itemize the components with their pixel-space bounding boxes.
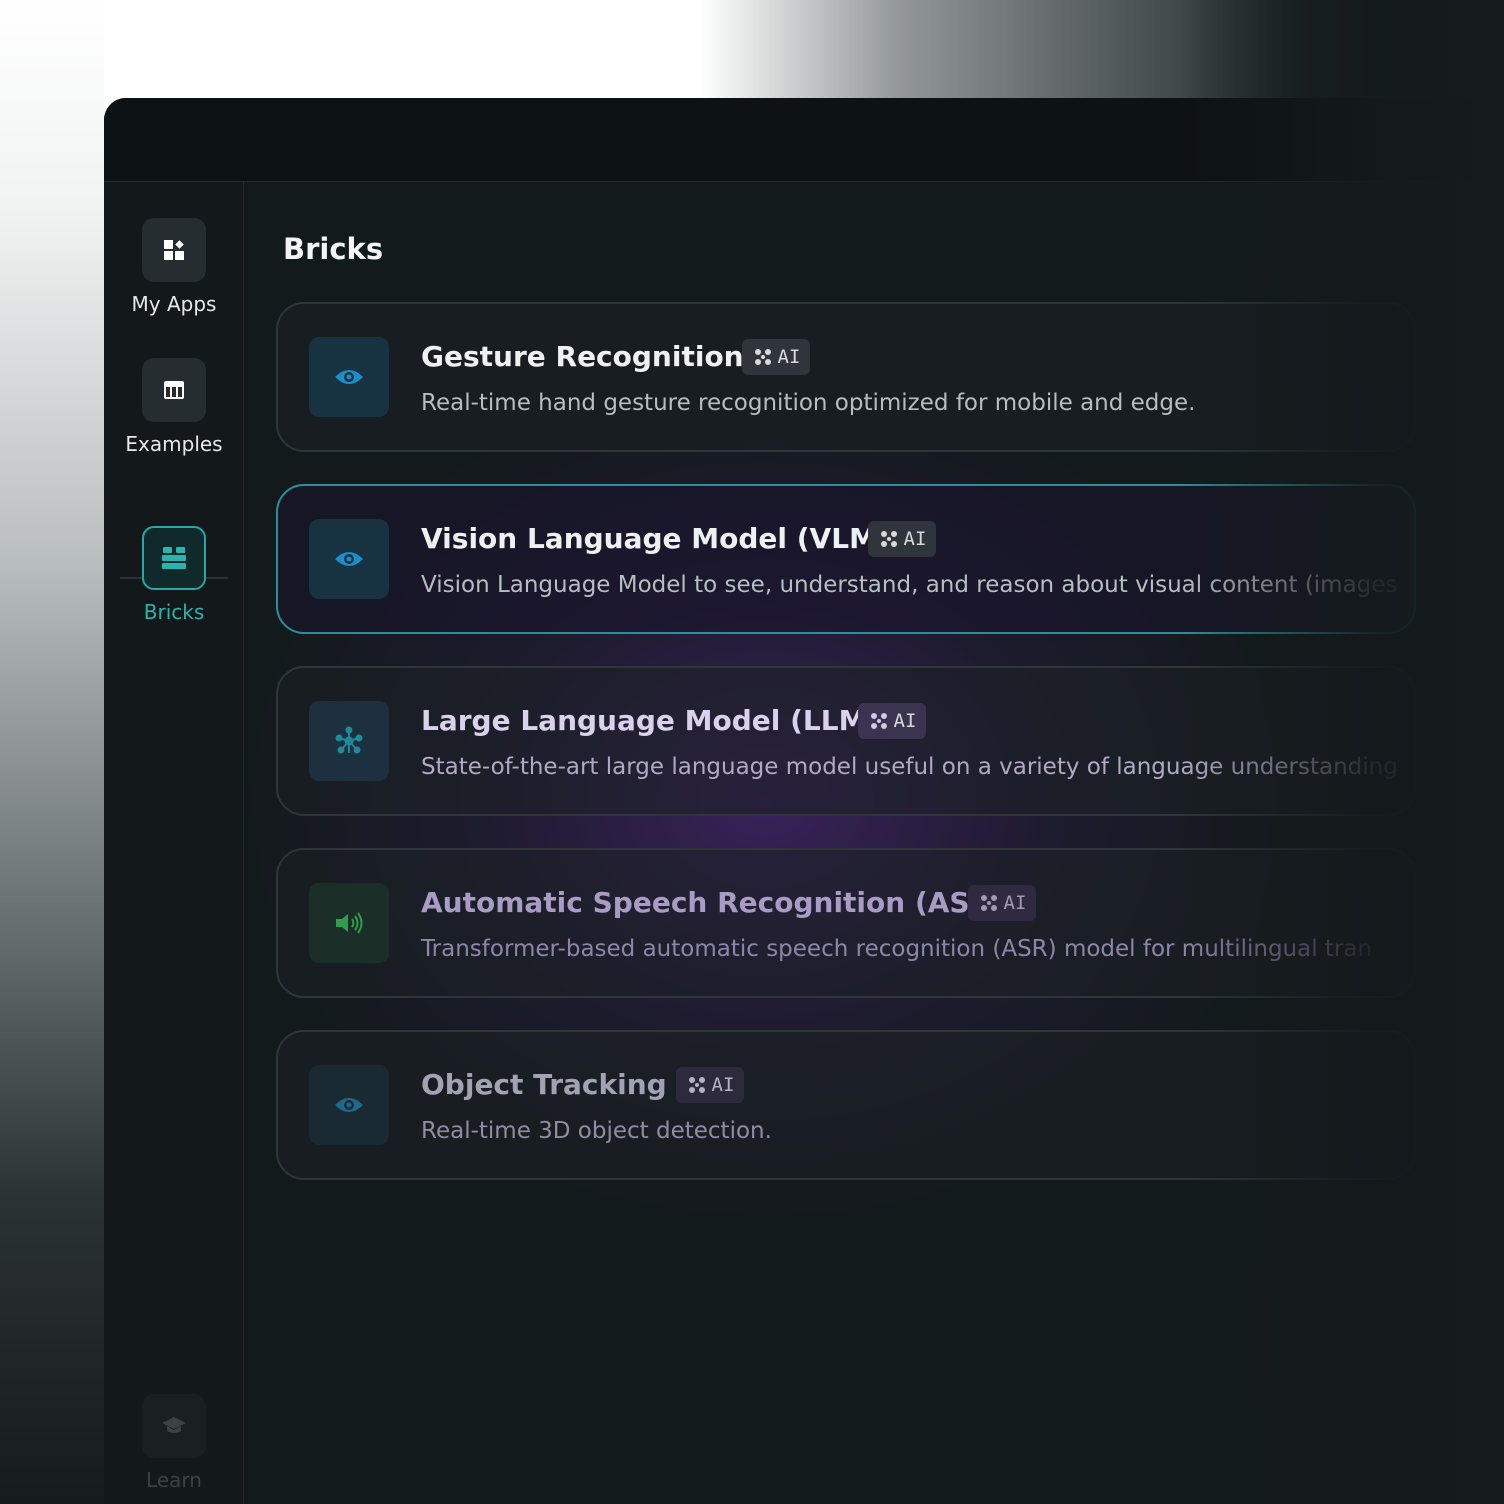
brick-description: Real-time 3D object detection. [421,1118,772,1144]
graduation-cap-icon [142,1394,206,1458]
eye-icon [309,1065,389,1145]
sidebar-item-label: Bricks [143,600,205,624]
sidebar-item-label: Examples [125,432,223,456]
brick-card-gesture-recognition[interactable]: Gesture Recognition AI Real-time hand ge… [276,302,1416,452]
brick-description: State-of-the-art large language model us… [421,754,1398,780]
brick-card-asr[interactable]: Automatic Speech Recognition (ASR) AI Tr… [276,848,1416,998]
sparkle-icon [880,531,897,547]
ai-badge-label: AI [777,346,801,368]
ai-badge: AI [742,339,810,375]
bricks-icon [142,526,206,590]
brick-title: Large Language Model (LLM) [421,704,880,737]
sidebar-item-my-apps[interactable]: My Apps [104,218,244,316]
title-bar [104,98,1504,182]
sidebar-item-bricks[interactable]: Bricks [104,526,244,624]
page-title: Bricks [283,232,384,266]
eye-icon [309,337,389,417]
ai-badge-label: AI [903,528,927,550]
brick-title: Vision Language Model (VLM) [421,522,890,555]
sparkle-icon [754,349,771,365]
apps-grid-icon [142,218,206,282]
sidebar: My Apps Examples Bricks Learn [104,182,244,1504]
brick-description: Transformer-based automatic speech recog… [421,936,1373,962]
sparkle-icon [980,895,997,911]
sparkle-icon [870,713,887,729]
sparkle-icon [688,1077,705,1093]
brick-description: Real-time hand gesture recognition optim… [421,390,1196,416]
eye-icon [309,519,389,599]
brick-description: Vision Language Model to see, understand… [421,572,1398,598]
outer-backdrop-left [0,0,104,1504]
sidebar-item-label: Learn [146,1468,202,1492]
sidebar-item-learn[interactable]: Learn [104,1394,244,1492]
ai-badge-label: AI [893,710,917,732]
ai-badge-label: AI [1003,892,1027,914]
brick-title: Object Tracking [421,1068,667,1101]
sidebar-item-label: My Apps [131,292,217,316]
brick-title: Automatic Speech Recognition (ASR) [421,886,1004,919]
brick-card-llm[interactable]: Large Language Model (LLM) AI State-of-t… [276,666,1416,816]
network-nodes-icon [309,701,389,781]
ai-badge: AI [676,1067,744,1103]
brick-card-vlm[interactable]: Vision Language Model (VLM) AI Vision La… [276,484,1416,634]
ai-badge: AI [868,521,936,557]
app-window: My Apps Examples Bricks Learn Bricks Ges… [104,98,1504,1504]
main-content: Bricks Gesture Recognition AI Real-time … [245,182,1504,1504]
ai-badge: AI [858,703,926,739]
ai-badge-label: AI [711,1074,735,1096]
speaker-sound-icon [309,883,389,963]
brick-title: Gesture Recognition [421,340,744,373]
brick-card-object-tracking[interactable]: Object Tracking AI Real-time 3D object d… [276,1030,1416,1180]
sidebar-item-examples[interactable]: Examples [104,358,244,456]
table-layout-icon [142,358,206,422]
ai-badge: AI [968,885,1036,921]
